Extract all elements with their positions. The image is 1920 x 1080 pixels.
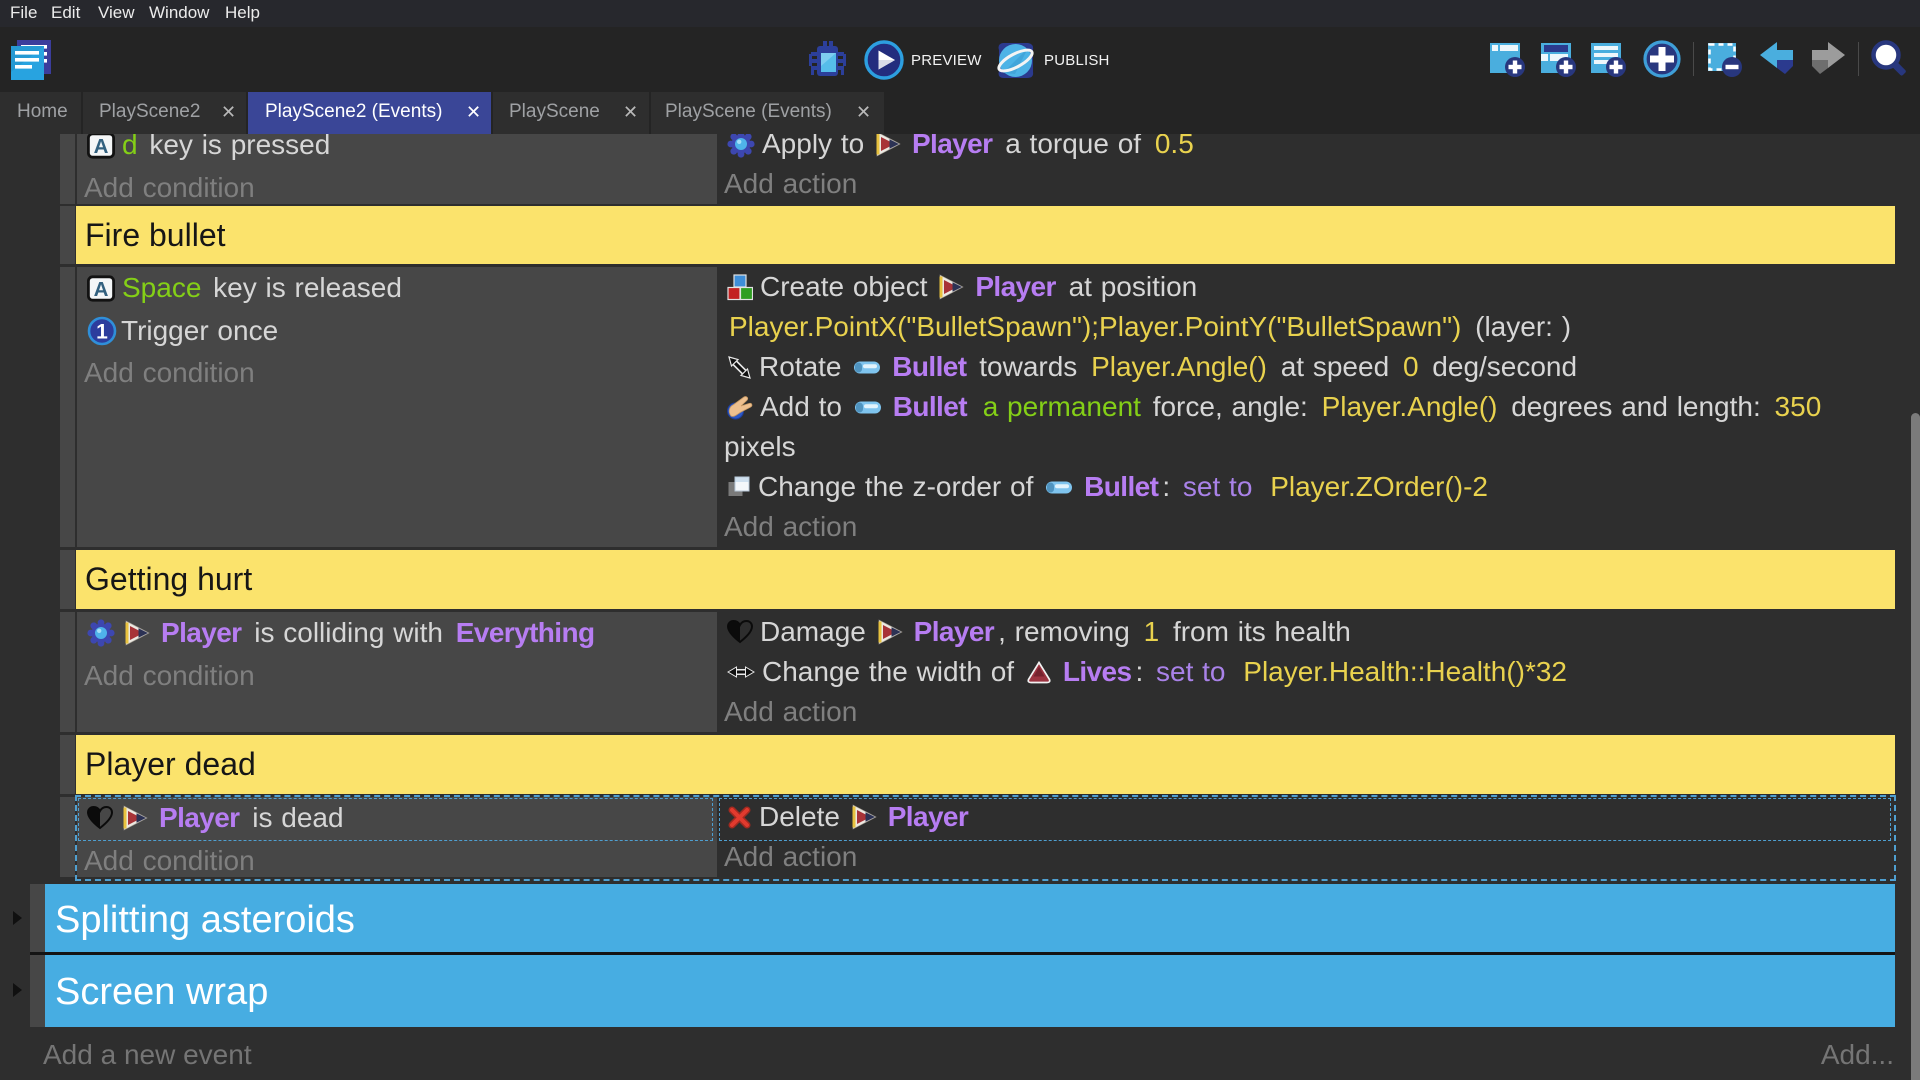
svg-text:1: 1 xyxy=(96,320,108,343)
svg-text:A: A xyxy=(94,135,109,158)
svg-text:A: A xyxy=(94,278,109,301)
